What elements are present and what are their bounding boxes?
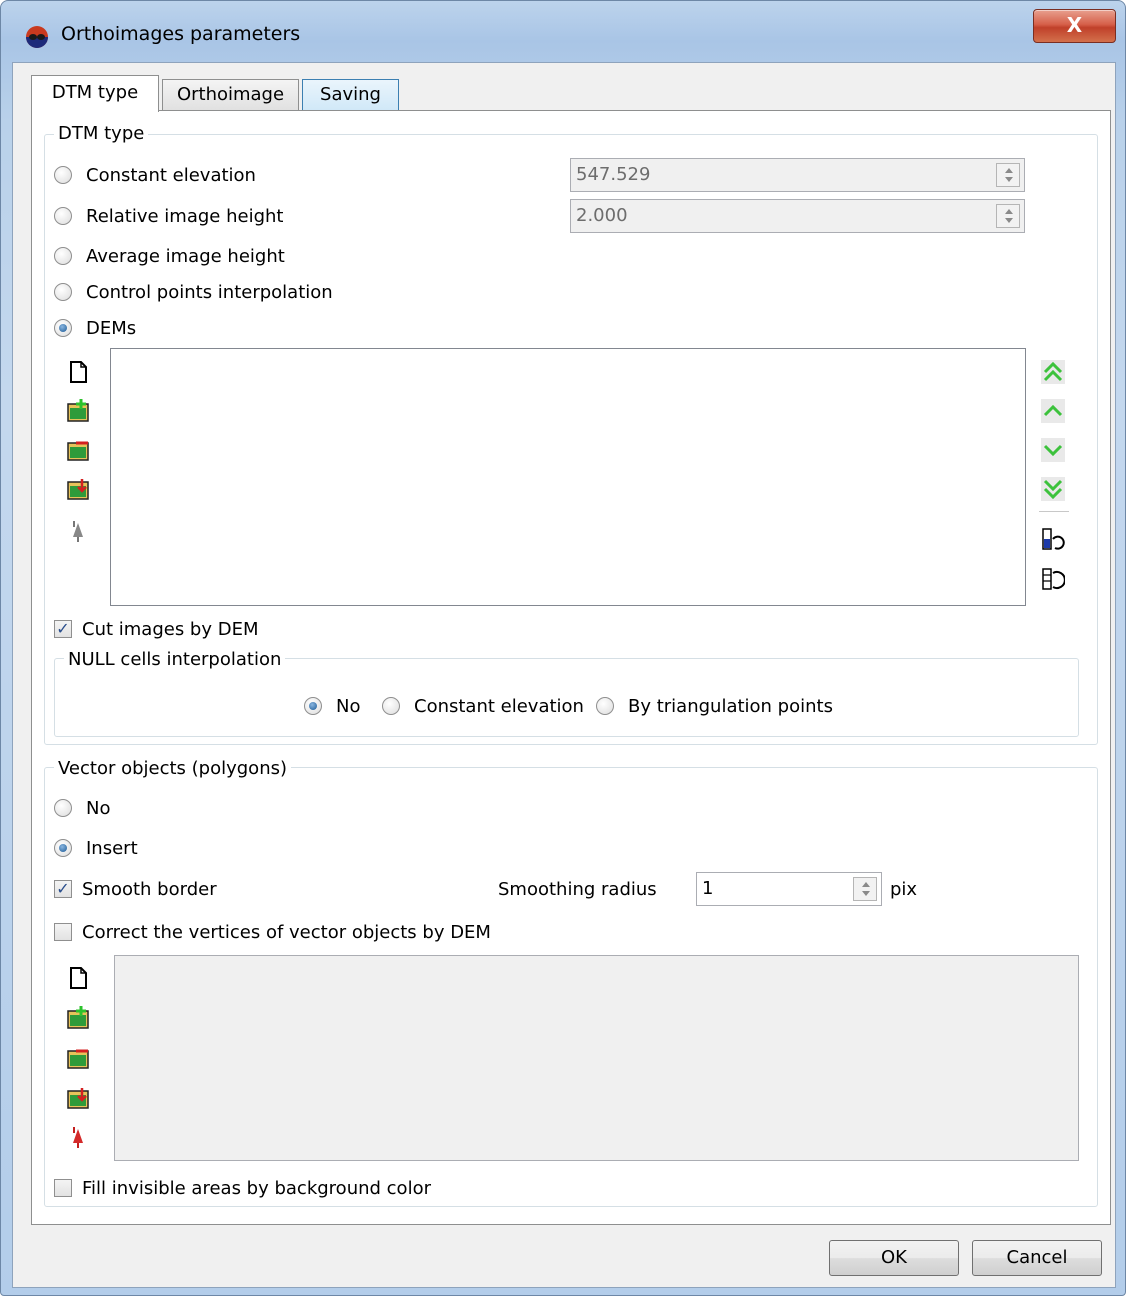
radio-null-constant-elevation[interactable]: Constant elevation (382, 694, 584, 718)
smoothing-radius-unit: pix (890, 879, 918, 900)
smoothing-radius-label: Smoothing radius (498, 879, 657, 900)
reverse-list-icon[interactable] (1041, 567, 1065, 591)
radio-label: By triangulation points (628, 695, 833, 717)
checkbox-box[interactable]: ✓ (54, 880, 72, 898)
radio-button[interactable] (54, 207, 72, 225)
spinbox-value: 2.000 (576, 205, 628, 226)
radio-button[interactable] (54, 166, 72, 184)
checkbox-box[interactable] (54, 923, 72, 941)
radio-label: No (336, 695, 361, 717)
title-bar[interactable]: Orthoimages parameters X (1, 1, 1126, 65)
checkbox-correct-vertices[interactable]: Correct the vertices of vector objects b… (54, 920, 491, 944)
remove-file-icon[interactable] (66, 438, 90, 462)
radio-null-no[interactable]: No (304, 694, 360, 718)
new-list-icon[interactable] (66, 360, 90, 384)
radio-average-image-height[interactable]: Average image height (54, 244, 285, 268)
checkbox-cut-images-by-dem[interactable]: ✓ Cut images by DEM (54, 617, 258, 641)
export-file-icon[interactable] (66, 477, 90, 501)
radio-vector-insert[interactable]: Insert (54, 836, 138, 860)
move-to-bottom-icon[interactable] (1041, 477, 1065, 501)
vector-objects-group-title: Vector objects (polygons) (54, 758, 292, 779)
sort-list-icon[interactable] (1041, 527, 1065, 551)
constant-elevation-spinbox[interactable]: 547.529 (570, 158, 1025, 192)
checkbox-fill-invisible-areas[interactable]: Fill invisible areas by background color (54, 1176, 431, 1200)
new-list-icon[interactable] (66, 966, 90, 990)
app-logo-icon (26, 26, 48, 48)
spinbox-value: 547.529 (576, 164, 651, 185)
radio-button[interactable] (54, 839, 72, 857)
radio-label: Constant elevation (86, 164, 256, 186)
radio-null-triangulation[interactable]: By triangulation points (596, 694, 833, 718)
remove-file-icon[interactable] (66, 1046, 90, 1070)
radio-button[interactable] (54, 283, 72, 301)
radio-label: Relative image height (86, 205, 284, 227)
radio-vector-no[interactable]: No (54, 796, 110, 820)
dem-list[interactable] (110, 348, 1026, 606)
dialog-window: Orthoimages parameters X DTM type Orthoi… (0, 0, 1126, 1296)
move-up-icon[interactable] (1041, 399, 1065, 423)
checkbox-label: Smooth border (82, 878, 217, 900)
spinbox-value: 1 (702, 878, 714, 899)
radio-button[interactable] (54, 247, 72, 265)
tab-saving[interactable]: Saving (302, 79, 399, 111)
checkbox-box[interactable] (54, 1179, 72, 1197)
cancel-button[interactable]: Cancel (972, 1240, 1102, 1276)
radio-label: No (86, 797, 111, 819)
radio-button[interactable] (54, 799, 72, 817)
ok-button[interactable]: OK (829, 1240, 959, 1276)
spin-arrows-icon[interactable] (853, 877, 877, 901)
tab-panel-dtm-type: DTM type Constant elevation 547.529 Rela… (31, 110, 1111, 1225)
checkbox-smooth-border[interactable]: ✓ Smooth border (54, 877, 217, 901)
smoothing-radius-spinbox[interactable]: 1 (696, 872, 882, 906)
add-file-icon[interactable] (66, 399, 90, 423)
close-button[interactable]: X (1033, 9, 1116, 43)
checkbox-box[interactable]: ✓ (54, 620, 72, 638)
radio-label: DEMs (86, 317, 137, 339)
spin-arrows-icon[interactable] (996, 204, 1020, 228)
add-file-icon[interactable] (66, 1006, 90, 1030)
vector-file-list[interactable] (114, 955, 1079, 1161)
pin-icon[interactable] (66, 1125, 90, 1149)
checkbox-label: Correct the vertices of vector objects b… (82, 921, 491, 943)
tab-dtm-type[interactable]: DTM type (31, 75, 159, 112)
radio-label: Control points interpolation (86, 281, 333, 303)
relative-height-spinbox[interactable]: 2.000 (570, 199, 1025, 233)
radio-button[interactable] (304, 697, 322, 715)
checkbox-label: Cut images by DEM (82, 618, 259, 640)
window-title: Orthoimages parameters (61, 23, 301, 45)
move-to-top-icon[interactable] (1041, 360, 1065, 384)
radio-control-points-interpolation[interactable]: Control points interpolation (54, 280, 333, 304)
radio-label: Insert (86, 837, 138, 859)
tab-orthoimage[interactable]: Orthoimage (162, 79, 299, 111)
radio-dems[interactable]: DEMs (54, 316, 136, 340)
radio-relative-image-height[interactable]: Relative image height (54, 204, 283, 228)
pin-icon-disabled[interactable] (66, 519, 90, 543)
radio-constant-elevation[interactable]: Constant elevation (54, 163, 256, 187)
toolbar-divider (1039, 511, 1069, 512)
radio-button[interactable] (54, 319, 72, 337)
dtm-type-group-title: DTM type (54, 123, 149, 144)
export-file-icon[interactable] (66, 1086, 90, 1110)
radio-button[interactable] (382, 697, 400, 715)
radio-label: Constant elevation (414, 695, 584, 717)
checkbox-label: Fill invisible areas by background color (82, 1177, 431, 1199)
null-cells-group-title: NULL cells interpolation (64, 649, 286, 670)
radio-label: Average image height (86, 245, 285, 267)
radio-button[interactable] (596, 697, 614, 715)
dialog-client-area: DTM type Orthoimage Saving DTM type Cons… (12, 62, 1116, 1288)
spin-arrows-icon[interactable] (996, 163, 1020, 187)
move-down-icon[interactable] (1041, 438, 1065, 462)
